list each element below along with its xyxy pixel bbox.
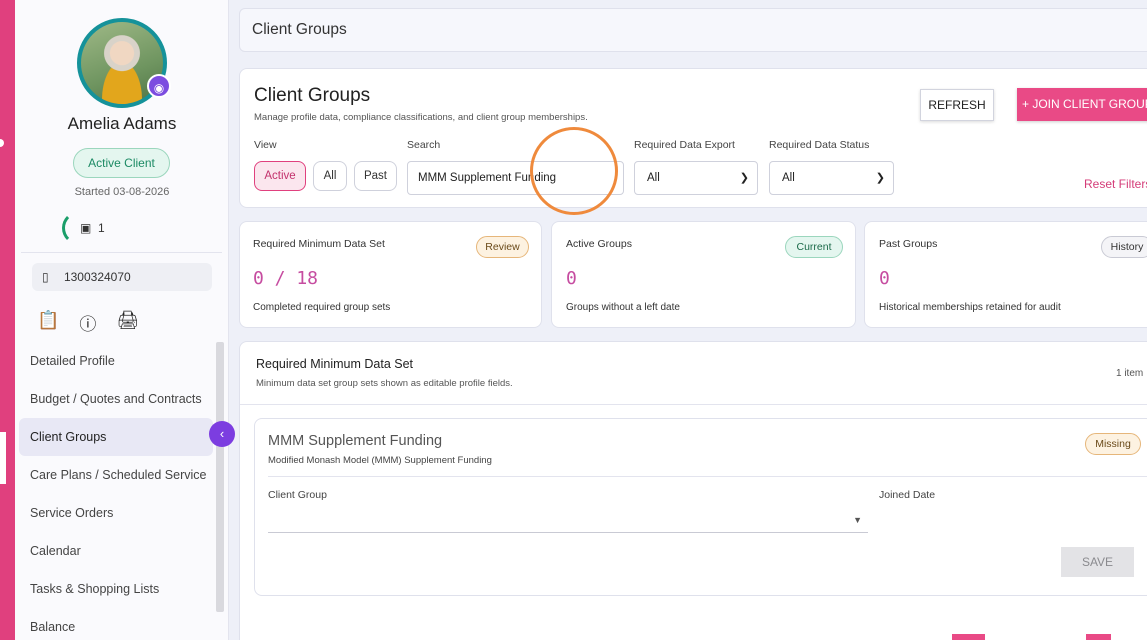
join-client-group-button[interactable]: + JOIN CLIENT GROUP <box>1017 88 1147 121</box>
sidebar-item-calendar[interactable]: Calendar <box>19 532 213 570</box>
required-data-title: Required Minimum Data Set <box>256 357 414 371</box>
stat-label: Past Groups <box>879 238 938 250</box>
sidebar-item-balance[interactable]: Balance <box>19 608 213 640</box>
stat-description: Completed required group sets <box>253 302 391 313</box>
search-label: Search <box>407 139 441 151</box>
item-count: 1 item <box>1116 368 1144 379</box>
page-title: Client Groups <box>252 21 347 38</box>
group-card-subtitle: Modified Monash Model (MMM) Supplement F… <box>268 455 492 466</box>
view-all-button[interactable]: All <box>313 161 347 191</box>
stat-label: Active Groups <box>566 238 632 250</box>
group-card: MMM Supplement Funding Modified Monash M… <box>254 418 1147 596</box>
required-data-subtitle: Minimum data set group sets shown as edi… <box>256 378 513 389</box>
required-data-section: Required Minimum Data Set Minimum data s… <box>239 341 1147 640</box>
sidebar-nav: Detailed Profile Budget / Quotes and Con… <box>19 342 213 640</box>
status-select[interactable]: All ❯ <box>769 161 894 195</box>
divider <box>21 252 222 253</box>
status-badge: Active Client <box>73 148 170 178</box>
export-label: Required Data Export <box>634 139 735 151</box>
stat-label: Required Minimum Data Set <box>253 238 385 250</box>
page-header-bar: Client Groups <box>239 8 1147 52</box>
stat-card-active-groups: Active Groups Current 0 Groups without a… <box>551 221 856 328</box>
stat-description: Historical memberships retained for audi… <box>879 302 1061 313</box>
sidebar-item-service-orders[interactable]: Service Orders <box>19 494 213 532</box>
chevron-down-icon: ❯ <box>875 172 885 184</box>
clipboard-icon[interactable]: 📋 <box>37 310 59 335</box>
joined-date-label: Joined Date <box>879 489 936 501</box>
view-past-button[interactable]: Past <box>354 161 397 191</box>
status-badge: History <box>1101 236 1147 258</box>
started-date: Started 03-08-2026 <box>74 186 170 198</box>
sidebar-scrollbar[interactable] <box>216 342 224 612</box>
save-button[interactable]: SAVE <box>1061 547 1134 577</box>
divider <box>240 404 1147 405</box>
phone-number: 1300324070 <box>63 270 131 284</box>
sidebar-item-tasks[interactable]: Tasks & Shopping Lists <box>19 570 213 608</box>
stat-card-minimum-data: Required Minimum Data Set Review 0 / 18 … <box>239 221 542 328</box>
wallet-icon: ▣ <box>80 221 92 235</box>
view-label: View <box>254 139 277 151</box>
export-select[interactable]: All ❯ <box>634 161 758 195</box>
client-group-label: Client Group <box>268 489 327 501</box>
client-sidebar: ◉ Amelia Adams Active Client Started 03-… <box>15 0 229 640</box>
group-card-title: MMM Supplement Funding <box>268 433 443 449</box>
export-select-value: All <box>647 172 660 184</box>
collapse-sidebar-button[interactable]: ‹ <box>209 421 235 447</box>
section-title: Client Groups <box>254 85 371 106</box>
sidebar-tools: 📋 ⓘ 🖨 <box>37 310 139 335</box>
sidebar-item-detailed-profile[interactable]: Detailed Profile <box>19 342 213 380</box>
client-group-select[interactable]: ▼ <box>268 509 868 533</box>
status-badge: Review <box>476 236 529 258</box>
stat-value: 0 / 18 <box>253 268 319 289</box>
stat-value: 0 <box>566 268 577 289</box>
camera-icon[interactable]: ◉ <box>147 74 171 98</box>
phone-field[interactable]: ▯ 1300324070 <box>32 263 212 291</box>
chevron-down-icon: ❯ <box>739 172 749 184</box>
filter-card: Client Groups Manage profile data, compl… <box>239 68 1147 208</box>
pagination-button[interactable] <box>1086 634 1111 640</box>
status-badge: Current <box>785 236 843 258</box>
rail-tab[interactable] <box>0 432 6 484</box>
section-subtitle: Manage profile data, compliance classifi… <box>254 112 588 123</box>
client-name: Amelia Adams <box>67 114 177 133</box>
rail-dot <box>0 139 4 147</box>
view-active-button[interactable]: Active <box>254 161 306 191</box>
sidebar-item-budget[interactable]: Budget / Quotes and Contracts <box>19 380 213 418</box>
sidebar-item-care-plans[interactable]: Care Plans / Scheduled Service <box>19 456 213 494</box>
divider <box>268 476 1147 477</box>
print-icon[interactable]: 🖨 <box>116 310 139 335</box>
app-accent-rail <box>0 0 15 640</box>
stat-card-past-groups: Past Groups History 0 Historical members… <box>864 221 1147 328</box>
wallet-count: 1 <box>98 221 105 235</box>
status-select-value: All <box>782 172 795 184</box>
dropdown-arrow-icon: ▼ <box>853 515 862 525</box>
info-icon[interactable]: ⓘ <box>79 310 96 335</box>
refresh-button[interactable]: REFRESH <box>920 89 994 121</box>
reset-filters-link[interactable]: Reset Filters <box>1084 177 1147 191</box>
status-label: Required Data Status <box>769 139 870 151</box>
click-highlight-circle <box>530 127 618 215</box>
pagination-button[interactable] <box>952 634 985 640</box>
stat-value: 0 <box>879 268 890 289</box>
stat-description: Groups without a left date <box>566 302 680 313</box>
sidebar-item-client-groups[interactable]: Client Groups <box>19 418 213 456</box>
status-badge: Missing <box>1085 433 1141 455</box>
phone-icon: ▯ <box>42 270 49 284</box>
